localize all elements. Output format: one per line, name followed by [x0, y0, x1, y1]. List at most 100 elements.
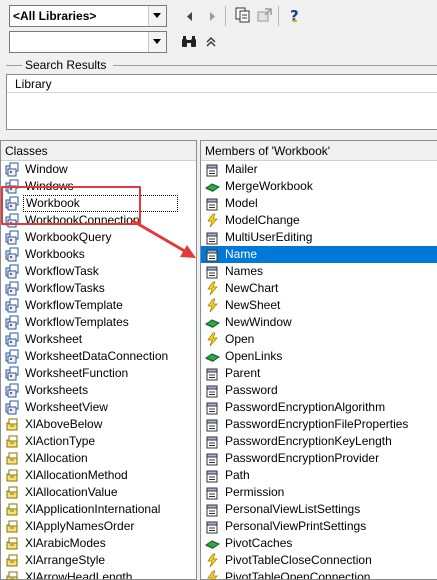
- member-item-passwordencryptionprovider[interactable]: PasswordEncryptionProvider: [201, 450, 437, 467]
- forward-arrow-icon[interactable]: [203, 7, 221, 25]
- member-item-label: Mailer: [225, 162, 258, 176]
- class-item-label: WorksheetFunction: [25, 366, 129, 380]
- enum-icon: [5, 417, 20, 432]
- member-item-label: PasswordEncryptionFileProperties: [225, 417, 409, 431]
- copy-icon[interactable]: [234, 6, 252, 24]
- class-item-worksheets[interactable]: Worksheets: [1, 382, 196, 399]
- class-item-label: XlApplicationInternational: [25, 502, 161, 516]
- help-icon[interactable]: ?: [286, 6, 304, 24]
- member-item-open[interactable]: Open: [201, 331, 437, 348]
- search-results-list[interactable]: Library: [6, 74, 437, 130]
- method-icon: [204, 349, 221, 364]
- class-item-label: XlAllocationValue: [25, 485, 118, 499]
- chevron-down-icon[interactable]: [148, 6, 166, 26]
- class-item-xlarabicmodes[interactable]: XlArabicModes: [1, 535, 196, 552]
- class-icon: [5, 400, 20, 415]
- member-item-password[interactable]: Password: [201, 382, 437, 399]
- class-item-xlactiontype[interactable]: XlActionType: [1, 433, 196, 450]
- class-item-xlarrangestyle[interactable]: XlArrangeStyle: [1, 552, 196, 569]
- members-list[interactable]: Members of 'Workbook' Mailer MergeWorkboo…: [200, 140, 437, 580]
- method-icon: [204, 179, 221, 194]
- search-results-divider: [113, 65, 437, 66]
- member-item-pivottablecloseconnection[interactable]: PivotTableCloseConnection: [201, 552, 437, 569]
- class-item-xlabovebelow[interactable]: XlAboveBelow: [1, 416, 196, 433]
- class-item-xlallocationvalue[interactable]: XlAllocationValue: [1, 484, 196, 501]
- property-icon: [205, 366, 220, 381]
- class-item-xlallocation[interactable]: XlAllocation: [1, 450, 196, 467]
- class-item-label: Window: [25, 162, 68, 176]
- member-item-names[interactable]: Names: [201, 263, 437, 280]
- class-item-workflowtasks[interactable]: WorkflowTasks: [1, 280, 196, 297]
- member-item-openlinks[interactable]: OpenLinks: [201, 348, 437, 365]
- class-icon: [5, 383, 20, 398]
- member-item-permission[interactable]: Permission: [201, 484, 437, 501]
- class-item-worksheet[interactable]: Worksheet: [1, 331, 196, 348]
- class-item-xlapplynamesorder[interactable]: XlApplyNamesOrder: [1, 518, 196, 535]
- double-chevron-up-icon[interactable]: [202, 33, 220, 51]
- method-icon: [204, 536, 221, 551]
- member-item-label: PivotTableOpenConnection: [225, 570, 371, 580]
- member-item-mailer[interactable]: Mailer: [201, 161, 437, 178]
- member-item-personalviewlistsettings[interactable]: PersonalViewListSettings: [201, 501, 437, 518]
- member-item-newchart[interactable]: NewChart: [201, 280, 437, 297]
- property-icon: [205, 417, 220, 432]
- class-item-window[interactable]: Window: [1, 161, 196, 178]
- class-item-worksheetview[interactable]: WorksheetView: [1, 399, 196, 416]
- toolbar-separator: [278, 6, 279, 26]
- class-item-workflowtemplates[interactable]: WorkflowTemplates: [1, 314, 196, 331]
- class-item-label: XlAboveBelow: [25, 417, 103, 431]
- view-definition-icon[interactable]: [256, 6, 274, 24]
- back-arrow-icon[interactable]: [181, 7, 199, 25]
- library-dropdown[interactable]: <All Libraries>: [9, 5, 167, 27]
- class-item-xlallocationmethod[interactable]: XlAllocationMethod: [1, 467, 196, 484]
- member-item-name[interactable]: Name: [201, 246, 437, 263]
- method-icon: [204, 315, 221, 330]
- member-item-path[interactable]: Path: [201, 467, 437, 484]
- member-item-personalviewprintsettings[interactable]: PersonalViewPrintSettings: [201, 518, 437, 535]
- class-icon: [5, 162, 20, 177]
- member-item-label: OpenLinks: [225, 349, 283, 363]
- member-item-newwindow[interactable]: NewWindow: [201, 314, 437, 331]
- class-item-label: WorkflowTasks: [25, 281, 105, 295]
- member-item-label: MultiUserEditing: [225, 230, 313, 244]
- member-item-label: PasswordEncryptionAlgorithm: [225, 400, 386, 414]
- class-item-label: XlArrowHeadLength: [25, 570, 133, 580]
- toolbar-separator: [225, 6, 226, 26]
- class-item-xlapplicationinternational[interactable]: XlApplicationInternational: [1, 501, 196, 518]
- chevron-down-icon[interactable]: [148, 32, 166, 52]
- member-item-label: Name: [225, 247, 258, 261]
- library-column-header[interactable]: Library: [15, 77, 52, 91]
- enum-icon: [5, 519, 20, 534]
- search-results-title: Search Results: [25, 58, 107, 72]
- class-item-label: XlApplyNamesOrder: [25, 519, 135, 533]
- search-text-dropdown[interactable]: [9, 31, 167, 53]
- member-item-parent[interactable]: Parent: [201, 365, 437, 382]
- class-item-workflowtask[interactable]: WorkflowTask: [1, 263, 196, 280]
- member-item-newsheet[interactable]: NewSheet: [201, 297, 437, 314]
- member-item-pivotcaches[interactable]: PivotCaches: [201, 535, 437, 552]
- property-icon: [205, 230, 220, 245]
- class-item-label: Worksheet: [25, 332, 83, 346]
- member-item-modelchange[interactable]: ModelChange: [201, 212, 437, 229]
- member-item-label: PasswordEncryptionProvider: [225, 451, 380, 465]
- class-item-label: WorksheetView: [25, 400, 108, 414]
- binoculars-icon[interactable]: [180, 33, 198, 51]
- property-icon: [205, 264, 220, 279]
- member-item-model[interactable]: Model: [201, 195, 437, 212]
- class-item-worksheetfunction[interactable]: WorksheetFunction: [1, 365, 196, 382]
- class-icon: [5, 349, 20, 364]
- member-item-label: NewSheet: [225, 298, 281, 312]
- class-item-workflowtemplate[interactable]: WorkflowTemplate: [1, 297, 196, 314]
- class-item-worksheetdataconnection[interactable]: WorksheetDataConnection: [1, 348, 196, 365]
- member-item-passwordencryptionalgorithm[interactable]: PasswordEncryptionAlgorithm: [201, 399, 437, 416]
- search-results-header[interactable]: Library: [7, 75, 437, 93]
- member-item-passwordencryptionkeylength[interactable]: PasswordEncryptionKeyLength: [201, 433, 437, 450]
- member-item-mergeworkbook[interactable]: MergeWorkbook: [201, 178, 437, 195]
- member-item-passwordencryptionfileproperties[interactable]: PasswordEncryptionFileProperties: [201, 416, 437, 433]
- event-icon: [205, 298, 220, 313]
- members-header-label: Members of 'Workbook': [205, 144, 331, 158]
- member-item-multiuserediting[interactable]: MultiUserEditing: [201, 229, 437, 246]
- property-icon: [205, 434, 220, 449]
- member-item-label: PivotTableCloseConnection: [225, 553, 372, 567]
- member-item-label: PersonalViewListSettings: [225, 502, 361, 516]
